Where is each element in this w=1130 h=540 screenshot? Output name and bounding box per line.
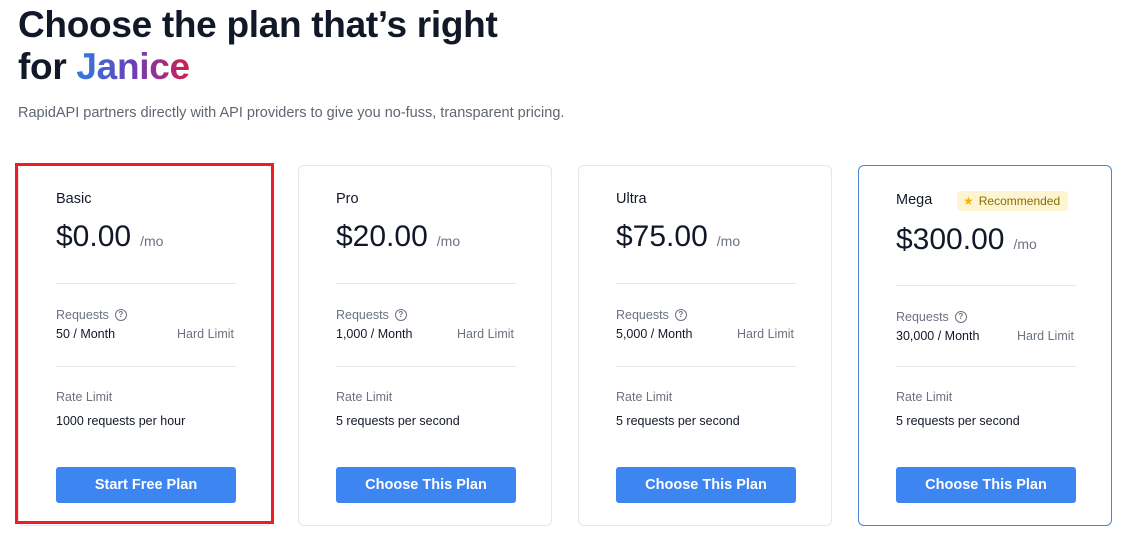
- requests-value: 50 / Month: [56, 327, 116, 341]
- page-subtitle: RapidAPI partners directly with API prov…: [18, 105, 565, 121]
- plan-name: Pro: [336, 191, 359, 207]
- requests-label: Requests ?: [56, 308, 127, 322]
- requests-value: 5,000 / Month: [616, 327, 693, 341]
- hard-limit-label: Hard Limit: [737, 327, 794, 341]
- plan-card-pro: Pro $20.00 /mo Requests ? 1,000 / Month …: [298, 165, 552, 526]
- rate-limit-label: Rate Limit: [616, 390, 673, 404]
- price-row: $0.00 /mo: [56, 220, 163, 254]
- divider: [616, 283, 796, 284]
- requests-label-text: Requests: [896, 310, 949, 324]
- requests-value: 1,000 / Month: [336, 327, 413, 341]
- rate-limit-value: 5 requests per second: [336, 414, 460, 428]
- rate-limit-value: 5 requests per second: [616, 414, 740, 428]
- divider: [616, 366, 796, 367]
- divider: [896, 285, 1076, 286]
- choose-plan-button-ultra[interactable]: Choose This Plan: [616, 467, 796, 503]
- help-icon[interactable]: ?: [954, 311, 967, 323]
- page-title-line2: for Janice: [18, 46, 497, 88]
- price-period: /mo: [716, 233, 741, 249]
- plan-price: $75.00: [616, 220, 708, 253]
- choose-plan-button-mega[interactable]: Choose This Plan: [896, 467, 1076, 503]
- requests-label-text: Requests: [616, 308, 669, 322]
- divider: [896, 366, 1076, 367]
- help-icon[interactable]: ?: [394, 309, 407, 321]
- divider: [336, 366, 516, 367]
- divider: [56, 366, 236, 367]
- user-name: Janice: [76, 46, 190, 87]
- price-period: /mo: [1013, 236, 1037, 252]
- price-row: $75.00 /mo: [616, 220, 740, 254]
- plan-name: Basic: [56, 191, 92, 207]
- requests-value: 30,000 / Month: [896, 329, 980, 343]
- price-row: $300.00 /mo: [896, 223, 1037, 257]
- plan-price: $300.00: [896, 223, 1005, 256]
- requests-label-text: Requests: [336, 308, 389, 322]
- plan-name: Ultra: [616, 191, 647, 207]
- rate-limit-label: Rate Limit: [896, 390, 953, 404]
- plan-name: Mega: [896, 192, 933, 208]
- rate-limit-value: 1000 requests per hour: [56, 414, 186, 428]
- rate-limit-value: 5 requests per second: [896, 414, 1020, 428]
- requests-label: Requests ?: [616, 308, 687, 322]
- price-period: /mo: [436, 233, 461, 249]
- plan-card-basic: Basic $0.00 /mo Requests ? 50 / Month Ha…: [18, 165, 272, 526]
- recommended-badge: ★ Recommended: [957, 191, 1069, 211]
- plan-card-ultra: Ultra $75.00 /mo Requests ? 5,000 / Mont…: [578, 165, 832, 526]
- divider: [56, 283, 236, 284]
- hard-limit-label: Hard Limit: [177, 327, 234, 341]
- plan-price: $20.00: [336, 220, 428, 253]
- page-title-for: for: [18, 46, 77, 87]
- divider: [336, 283, 516, 284]
- requests-label: Requests ?: [896, 310, 967, 324]
- page-title-line1: Choose the plan that’s right: [18, 4, 498, 45]
- choose-plan-button-pro[interactable]: Choose This Plan: [336, 467, 516, 503]
- requests-label-text: Requests: [56, 308, 109, 322]
- help-icon[interactable]: ?: [674, 309, 687, 321]
- recommended-badge-text: Recommended: [978, 194, 1061, 208]
- rate-limit-label: Rate Limit: [56, 390, 113, 404]
- price-period: /mo: [140, 233, 164, 249]
- star-icon: ★: [963, 194, 974, 208]
- rate-limit-label: Rate Limit: [336, 390, 393, 404]
- price-row: $20.00 /mo: [336, 220, 460, 254]
- page-title: Choose the plan that’s right for Janice: [18, 4, 498, 88]
- hard-limit-label: Hard Limit: [457, 327, 514, 341]
- requests-label: Requests ?: [336, 308, 407, 322]
- help-icon[interactable]: ?: [114, 309, 127, 321]
- start-free-plan-button[interactable]: Start Free Plan: [56, 467, 236, 503]
- plan-card-mega: Mega ★ Recommended $300.00 /mo Requests …: [858, 165, 1112, 526]
- hard-limit-label: Hard Limit: [1017, 329, 1074, 343]
- plan-price: $0.00: [56, 220, 132, 253]
